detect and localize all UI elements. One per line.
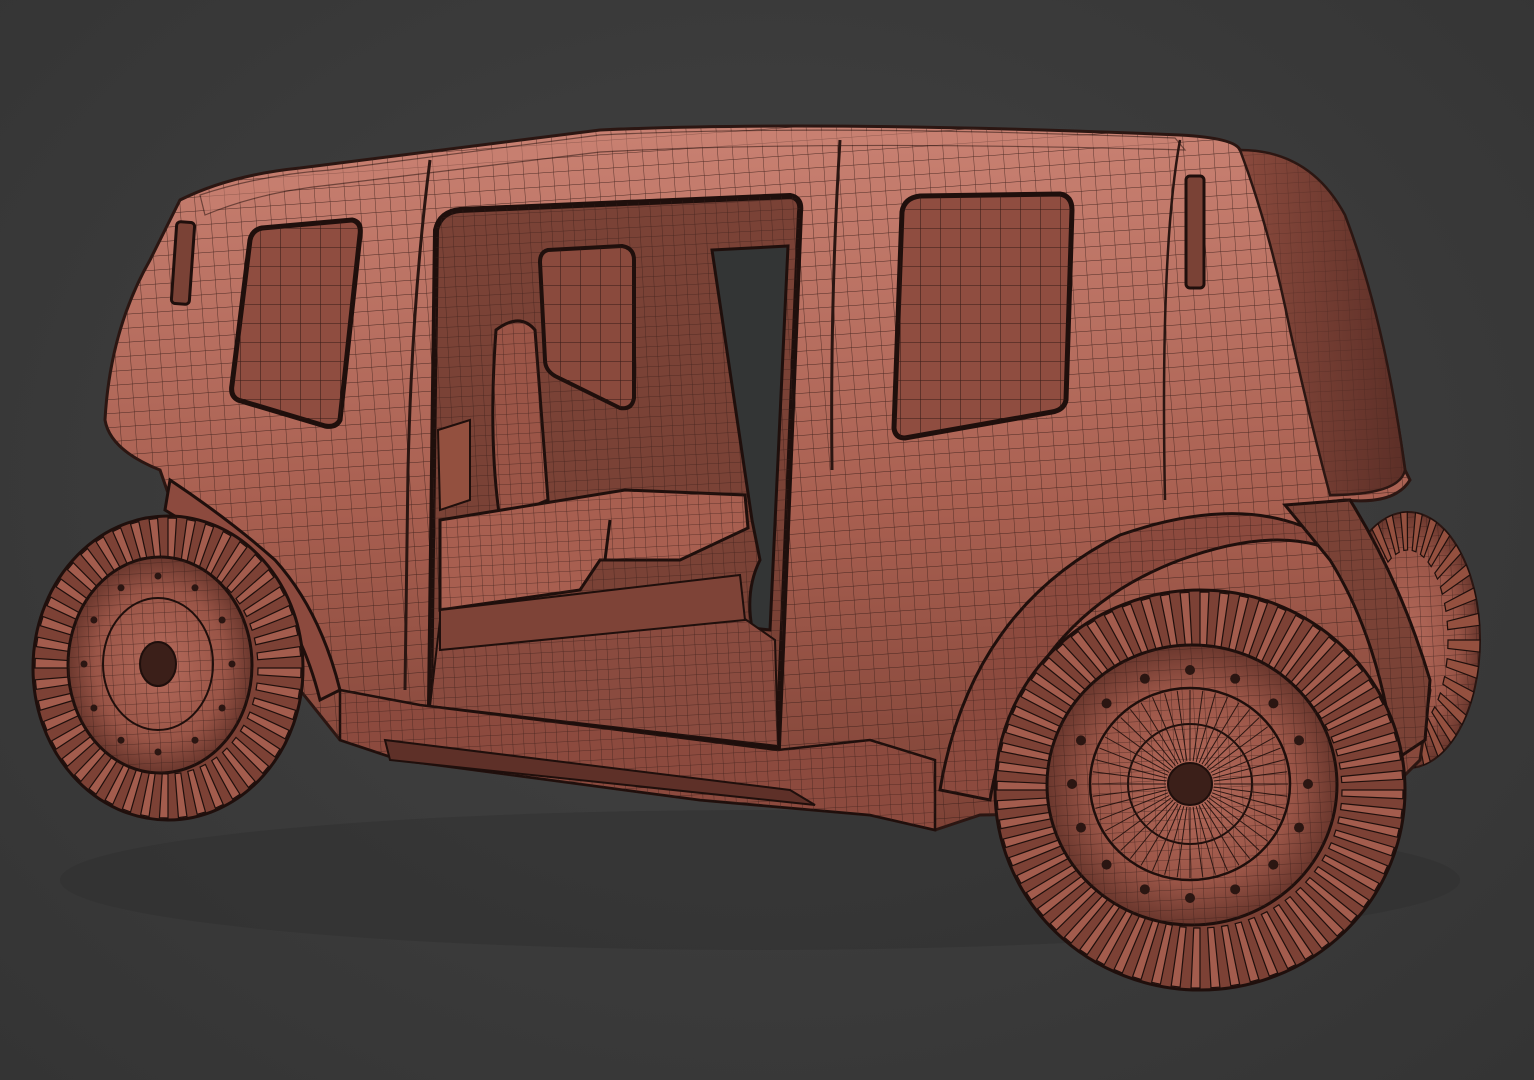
front-vent [169, 220, 197, 306]
vehicle-model-svg [31, 124, 1481, 992]
wheel-bolt [117, 736, 125, 744]
wheel-bolt [1268, 698, 1279, 709]
wheel-bolt [117, 584, 125, 592]
rear-wheel-hub [1167, 762, 1213, 806]
wheel-bolt [154, 572, 162, 580]
front-wheel-hub [139, 641, 177, 687]
front-wheel [31, 514, 305, 822]
wheel-bolt [1268, 859, 1279, 870]
wheel-bolt [1075, 735, 1086, 746]
wheel-bolt [1139, 673, 1150, 684]
render-viewport [0, 0, 1534, 1080]
wheel-bolt [1230, 884, 1241, 895]
wheel-bolt [1139, 884, 1150, 895]
wheel-bolt [90, 704, 98, 712]
wheel-bolt [90, 616, 98, 624]
wheel-bolt [191, 736, 199, 744]
wheel-bolt [1185, 665, 1195, 675]
wheel-bolt [154, 748, 162, 756]
rear-wheel [993, 588, 1407, 992]
wheel-bolt [218, 616, 226, 624]
wheel-bolt [1303, 779, 1313, 789]
wheel-bolt [1294, 822, 1305, 833]
wheel-bolt [218, 704, 226, 712]
rear-seat [436, 418, 471, 512]
wheel-bolt [1185, 893, 1195, 903]
wheel-bolt [228, 660, 236, 668]
wheel-bolt [1067, 779, 1077, 789]
wheel-bolt [80, 660, 88, 668]
wheel-bolt [191, 584, 199, 592]
wheel-bolt [1101, 859, 1112, 870]
wheel-bolt [1294, 735, 1305, 746]
wheel-bolt [1230, 673, 1241, 684]
wheel-bolt [1075, 822, 1086, 833]
wheel-bolt [1101, 698, 1112, 709]
rear-vent [1184, 174, 1206, 290]
